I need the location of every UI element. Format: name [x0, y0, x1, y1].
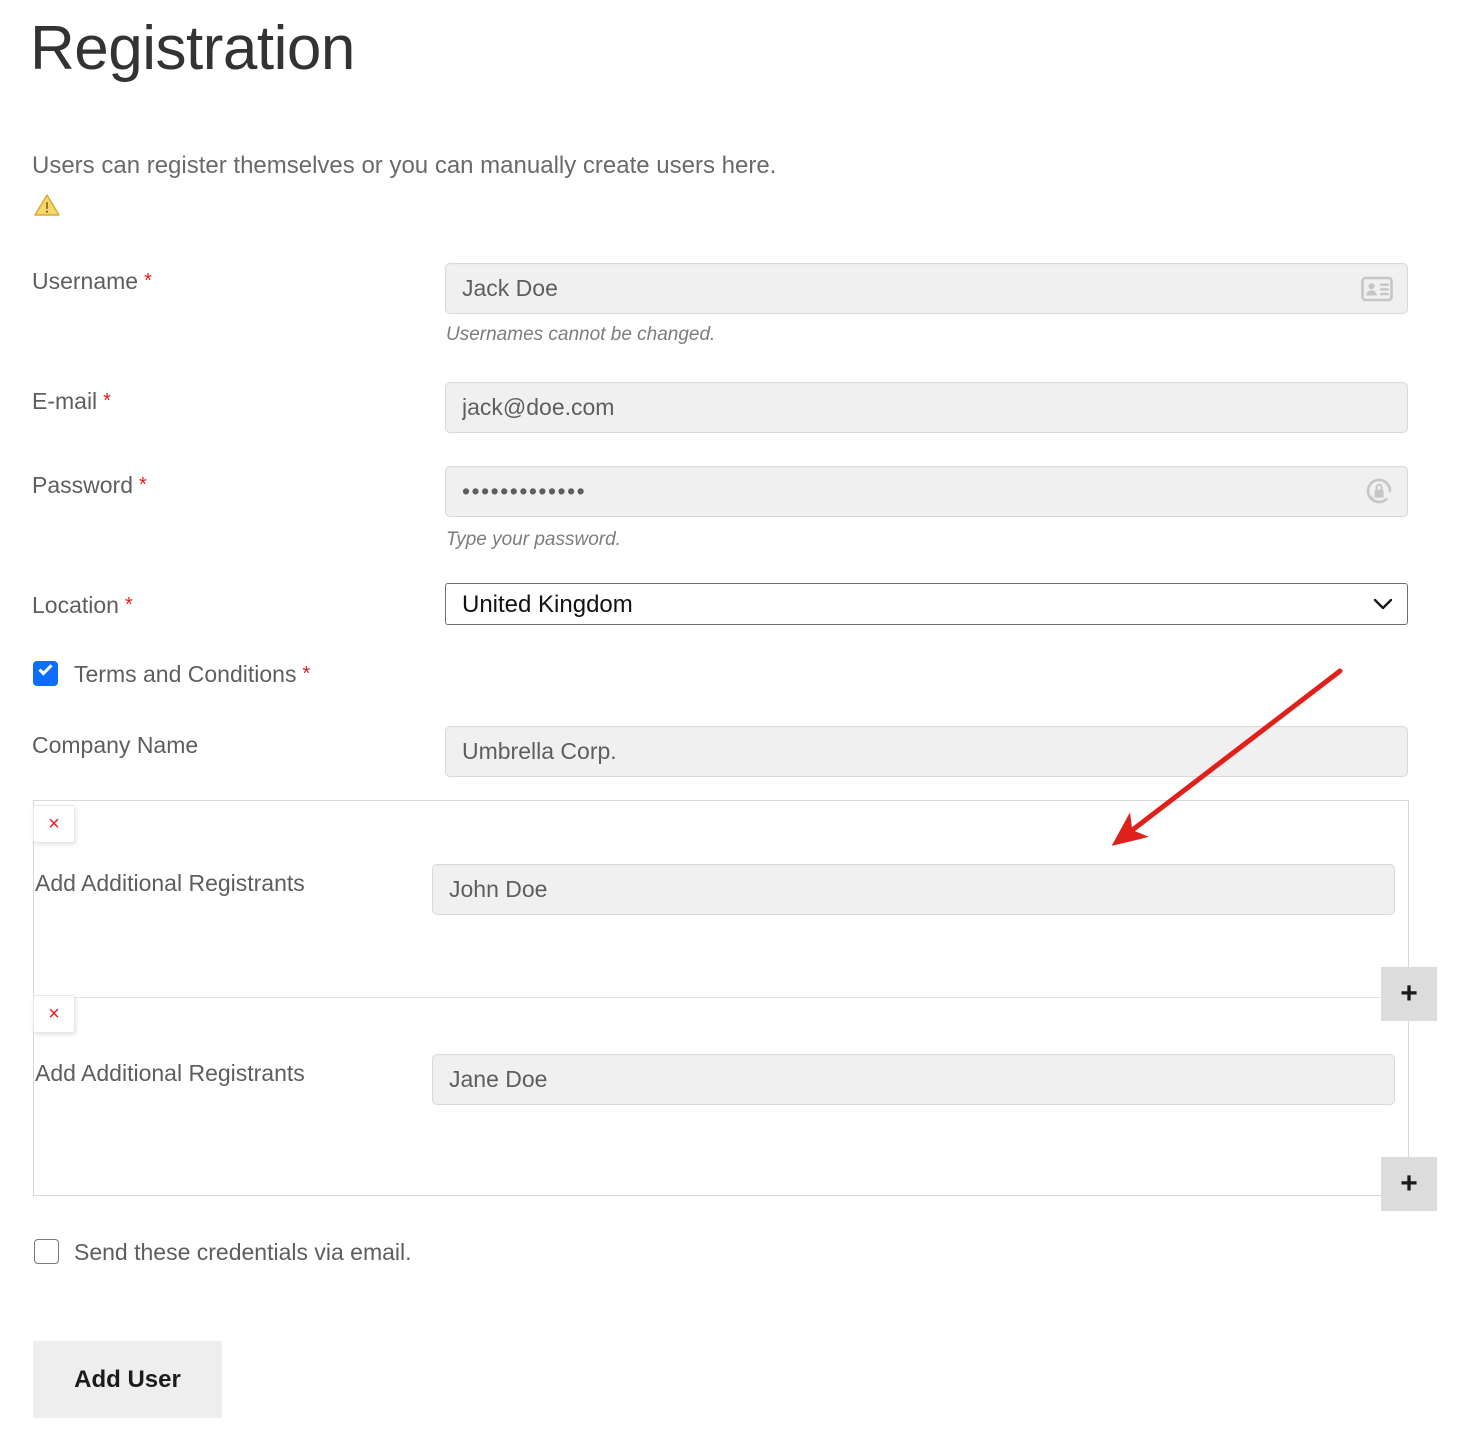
location-select[interactable]: United Kingdom: [445, 583, 1408, 625]
id-card-icon[interactable]: [1360, 274, 1394, 304]
password-label: Password *: [32, 472, 147, 499]
username-label-text: Username: [32, 268, 138, 294]
terms-label[interactable]: Terms and Conditions *: [74, 661, 310, 688]
password-required-marker: *: [139, 474, 147, 496]
generate-password-icon[interactable]: [1362, 476, 1396, 506]
registrant-label-2: Add Additional Registrants: [35, 1060, 305, 1087]
page-description: Users can register themselves or you can…: [32, 152, 776, 180]
password-help-text: Type your password.: [446, 529, 621, 551]
terms-label-text: Terms and Conditions: [74, 661, 296, 687]
remove-registrant-button-1[interactable]: ×: [33, 805, 75, 843]
send-credentials-label[interactable]: Send these credentials via email.: [74, 1239, 412, 1266]
password-input[interactable]: [445, 466, 1408, 517]
terms-required-marker: *: [302, 663, 310, 685]
location-label-text: Location: [32, 592, 119, 618]
registrant-input-2[interactable]: [432, 1054, 1395, 1105]
registrant-input-1[interactable]: [432, 864, 1395, 915]
add-user-button[interactable]: Add User: [33, 1341, 222, 1418]
remove-registrant-button-2[interactable]: ×: [33, 995, 75, 1033]
password-label-text: Password: [32, 472, 133, 498]
username-help-text: Usernames cannot be changed.: [446, 324, 715, 346]
email-label: E-mail *: [32, 388, 111, 415]
location-required-marker: *: [125, 594, 133, 616]
company-name-input[interactable]: [445, 726, 1408, 777]
add-registrant-button-2[interactable]: +: [1381, 1157, 1437, 1211]
warning-triangle-icon: [34, 193, 60, 217]
username-input[interactable]: [445, 263, 1408, 314]
check-icon: [38, 661, 52, 675]
registrant-label-1: Add Additional Registrants: [35, 870, 305, 897]
company-name-label: Company Name: [32, 732, 198, 759]
location-label: Location *: [32, 592, 133, 619]
repeater-row-divider: [34, 997, 1410, 998]
terms-checkbox[interactable]: [33, 661, 58, 686]
username-label: Username *: [32, 268, 152, 295]
additional-registrants-repeater: [33, 800, 1409, 1196]
email-label-text: E-mail: [32, 388, 97, 414]
email-required-marker: *: [103, 390, 111, 412]
company-name-label-text: Company Name: [32, 732, 198, 758]
email-input[interactable]: [445, 382, 1408, 433]
add-registrant-button-1[interactable]: +: [1381, 967, 1437, 1021]
page-title: Registration: [30, 18, 355, 80]
username-required-marker: *: [144, 270, 152, 292]
send-credentials-checkbox[interactable]: [34, 1239, 59, 1264]
